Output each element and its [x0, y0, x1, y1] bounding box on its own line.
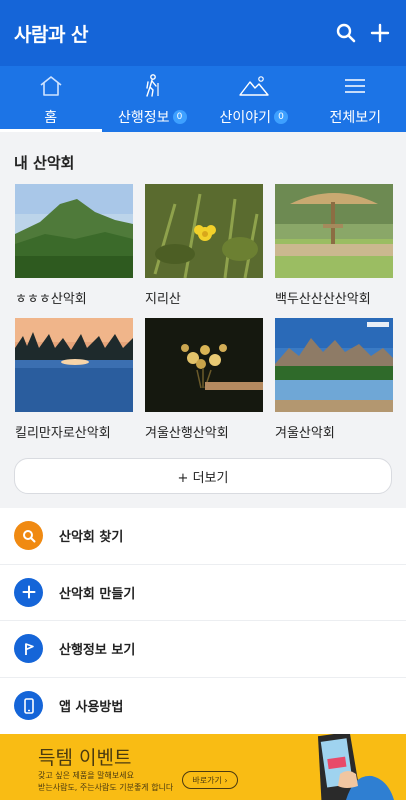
tab-hiking-info[interactable]: 산행정보 0 [102, 66, 204, 132]
tab-home-text: 홈 [44, 110, 58, 126]
section-title: 내 산악회 [14, 154, 75, 172]
club-card[interactable]: 겨울산행산악회 [145, 318, 263, 441]
plus-icon[interactable] [368, 21, 392, 45]
hiker-icon [142, 74, 162, 98]
event-banner[interactable]: 득템 이벤트 갖고 싶은 제품을 말해보세요 받는사람도, 주는사람도 기분좋게… [0, 734, 406, 800]
banner-cta-button[interactable]: 바로가기 › [182, 771, 238, 789]
app-root: 사람과 산 홈 산행정보 0 산이야기 0 전체보기 내 산악회 ㅎㅎㅎ산악회 … [0, 0, 406, 800]
club-card[interactable]: 겨울산악회 [275, 318, 393, 441]
club-name: 지리산 [145, 292, 181, 307]
tab-view-all-label: 전체보기 [329, 107, 381, 127]
club-name: 겨울산행산악회 [145, 426, 229, 441]
menu-create-club[interactable]: 산악회 만들기 [0, 565, 406, 621]
tab-hiking-info-badge: 0 [172, 110, 187, 124]
club-name: ㅎㅎㅎ산악회 [15, 292, 87, 307]
club-thumbnail [275, 184, 393, 278]
app-title: 사람과 산 [14, 23, 89, 46]
phone-illustration [317, 734, 394, 800]
banner-line2: 받는사람도, 주는사람도 기분좋게 합니다 [38, 783, 174, 792]
club-name: 겨울산악회 [275, 426, 335, 441]
plus-icon [14, 577, 43, 607]
my-clubs-section: 내 산악회 ㅎㅎㅎ산악회 지리산 백두산산산산악회 킬리만자로산악회 겨울산행산… [0, 132, 406, 508]
club-thumbnail [275, 318, 393, 412]
menu-icon [343, 74, 367, 98]
club-thumbnail [15, 184, 133, 278]
tab-view-all-text: 전체보기 [329, 110, 382, 126]
tab-hiking-info-text: 산행정보 [117, 110, 170, 126]
tab-hiking-info-label: 산행정보 0 [118, 107, 187, 127]
mountain-icon [239, 74, 269, 98]
search-icon [14, 521, 43, 551]
home-icon [38, 74, 64, 98]
banner-title: 득템 이벤트 [38, 747, 132, 769]
app-header: 사람과 산 [0, 0, 406, 66]
quick-menu: 산악회 찾기 산악회 만들기 산행정보 보기 앱 사용방법 [0, 508, 406, 734]
club-thumbnail [145, 184, 263, 278]
club-card[interactable]: ㅎㅎㅎ산악회 [15, 184, 133, 307]
phone-icon [14, 691, 43, 721]
menu-hiking-info[interactable]: 산행정보 보기 [0, 621, 406, 678]
more-clubs-button[interactable]: + 더보기 [14, 458, 392, 494]
tab-home[interactable]: 홈 [0, 66, 102, 132]
club-name: 킬리만자로산악회 [15, 426, 111, 441]
club-card[interactable]: 킬리만자로산악회 [15, 318, 133, 441]
club-thumbnail [145, 318, 263, 412]
header-actions [334, 21, 392, 45]
main-tabs: 홈 산행정보 0 산이야기 0 전체보기 [0, 66, 406, 132]
tab-mountain-stories-badge: 0 [274, 110, 289, 124]
club-thumbnail [15, 318, 133, 412]
club-card[interactable]: 백두산산산산악회 [275, 184, 393, 307]
flag-icon [14, 634, 43, 664]
menu-hiking-info-label: 산행정보 보기 [59, 643, 136, 659]
club-card[interactable]: 지리산 [145, 184, 263, 307]
club-name: 백두산산산산악회 [275, 292, 371, 307]
menu-app-guide-label: 앱 사용방법 [59, 700, 124, 716]
tab-home-label: 홈 [44, 107, 57, 127]
menu-create-club-label: 산악회 만들기 [59, 586, 136, 602]
menu-app-guide[interactable]: 앱 사용방법 [0, 678, 406, 735]
tab-mountain-stories-label: 산이야기 0 [219, 107, 289, 127]
search-icon[interactable] [334, 21, 358, 45]
tab-view-all[interactable]: 전체보기 [305, 66, 406, 132]
menu-find-club-label: 산악회 찾기 [59, 530, 124, 546]
menu-find-club[interactable]: 산악회 찾기 [0, 508, 406, 565]
banner-line1: 갖고 싶은 제품을 말해보세요 [38, 771, 134, 780]
tab-mountain-stories-text: 산이야기 [219, 110, 272, 126]
tab-mountain-stories[interactable]: 산이야기 0 [203, 66, 305, 132]
